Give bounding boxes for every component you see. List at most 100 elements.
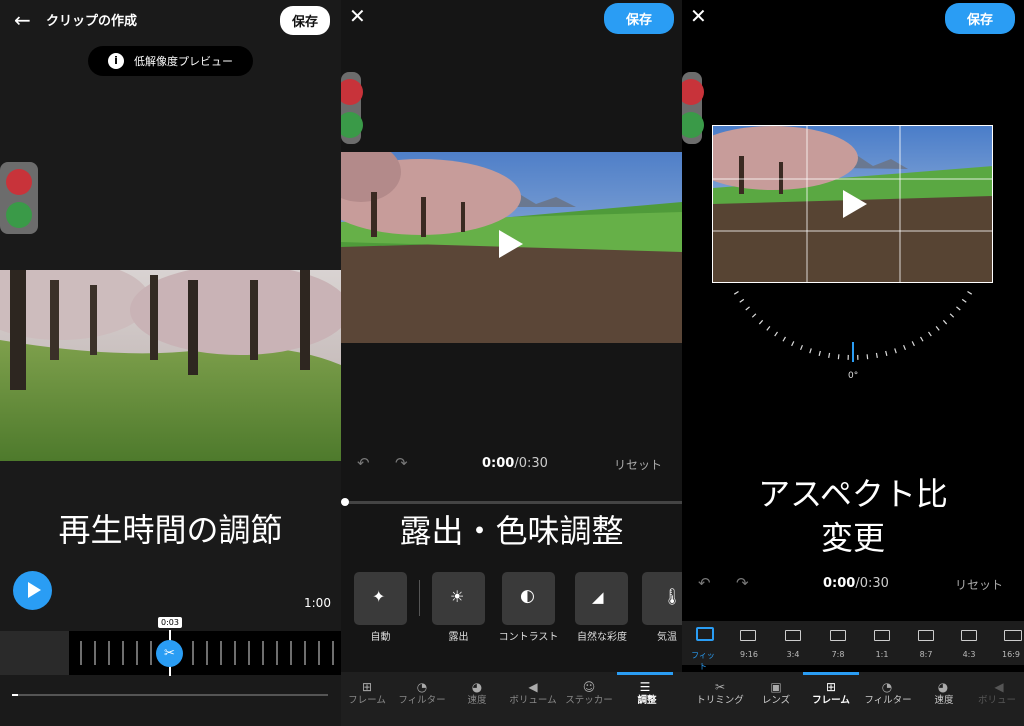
tab-filter[interactable]: フィルター	[394, 692, 450, 706]
adjust-panel: ✕ 保存 ↶ ↷ 0:00/0:30 リセット 露出・色味調整 ✦ ☀ ◐ ◢ …	[341, 0, 682, 726]
save-button[interactable]: 保存	[604, 3, 675, 34]
trim-handle[interactable]: ✂	[156, 640, 183, 667]
trim-strip[interactable]	[69, 631, 341, 675]
tab-frame[interactable]: フレーム	[806, 692, 856, 706]
rotation-dial[interactable]	[712, 280, 994, 370]
record-icon	[341, 79, 363, 105]
tool-exposure[interactable]: ☀	[432, 572, 485, 625]
dial-tick	[828, 352, 831, 358]
trim-marker-label: 0:03	[158, 617, 182, 628]
dial-tick	[774, 331, 779, 337]
tab-adjust[interactable]: 調整	[627, 692, 667, 706]
ratio-1-1-icon[interactable]	[874, 630, 890, 641]
tab-speed[interactable]: 速度	[457, 692, 497, 706]
ratio-label: 8:7	[919, 650, 933, 659]
dial-tick	[782, 336, 787, 342]
dial-tick	[766, 326, 771, 331]
play-icon	[28, 582, 41, 598]
save-button[interactable]: 保存	[945, 3, 1016, 34]
ratio-9-16-icon[interactable]	[740, 630, 756, 641]
tool-divider	[419, 580, 420, 616]
caption: 露出・色味調整	[399, 512, 624, 550]
play-icon[interactable]	[843, 190, 867, 218]
back-arrow-icon[interactable]: ←	[14, 8, 31, 32]
more-icon	[6, 202, 32, 228]
seek-bar[interactable]	[345, 501, 682, 504]
dial-tick	[885, 350, 888, 356]
dial-tick	[949, 313, 955, 318]
play-button[interactable]	[13, 571, 52, 610]
floating-bubble[interactable]	[682, 72, 704, 144]
dial-tick	[837, 354, 840, 360]
dial-tick	[745, 306, 750, 311]
ratio-3-4-icon[interactable]	[785, 630, 801, 641]
redo-icon[interactable]: ↷	[736, 574, 749, 592]
dial-tick	[942, 319, 948, 325]
aspect-panel: ✕ 保存 0° アスペクト比 変更 ↶ ↷ 0:00/0:30 リセット フィッ…	[682, 0, 1024, 726]
tab-filter[interactable]: フィルター	[860, 692, 916, 706]
ratio-16-9-icon[interactable]	[1004, 630, 1022, 641]
tab-volume[interactable]: ボリューム	[503, 692, 563, 706]
dial-tick	[894, 348, 897, 354]
ratio-label: 1:1	[875, 650, 889, 659]
video-preview[interactable]	[341, 152, 682, 343]
playback-bar-fill	[12, 694, 19, 696]
record-icon	[6, 169, 32, 195]
dial-tick	[866, 354, 869, 360]
reset-button[interactable]: リセット	[614, 456, 662, 473]
more-icon	[682, 112, 704, 138]
dial-tick	[967, 291, 973, 295]
time-current: 0:00	[482, 456, 515, 471]
undo-icon[interactable]: ↶	[357, 454, 370, 472]
floating-bubble[interactable]	[341, 72, 363, 144]
undo-icon[interactable]: ↶	[698, 574, 711, 592]
play-icon[interactable]	[499, 230, 523, 258]
ratio-label: 7:8	[831, 650, 845, 659]
tab-lens[interactable]: レンズ	[756, 692, 796, 706]
ratio-4-3-icon[interactable]	[961, 630, 977, 641]
tab-trimming[interactable]: トリミング	[690, 692, 750, 706]
tool-temperature[interactable]: 🌡	[642, 572, 682, 625]
ratio-7-8-icon[interactable]	[830, 630, 846, 641]
magic-wand-icon: ✦	[372, 587, 386, 606]
tool-label: 露出	[448, 632, 469, 643]
close-icon[interactable]: ✕	[349, 4, 366, 28]
dial-tick	[903, 344, 907, 351]
tab-speed[interactable]: 速度	[924, 692, 964, 706]
tool-contrast[interactable]: ◐	[502, 572, 555, 625]
thermometer-icon: 🌡	[662, 587, 682, 606]
dial-tick	[751, 313, 757, 318]
tool-vibrance[interactable]: ◢	[575, 572, 628, 625]
floating-bubble[interactable]	[0, 162, 38, 234]
dial-tick	[935, 326, 940, 331]
redo-icon[interactable]: ↷	[395, 454, 408, 472]
duration-end: 1:00	[304, 596, 331, 610]
contrast-icon: ◐	[520, 586, 535, 606]
tab-frame[interactable]: フレーム	[343, 692, 391, 706]
preview-badge: i 低解像度プレビュー	[88, 46, 253, 76]
close-icon[interactable]: ✕	[690, 4, 707, 28]
tab-sticker[interactable]: ステッカー	[561, 692, 617, 706]
dial-tick	[809, 348, 812, 354]
tool-label: コントラスト	[498, 632, 559, 643]
tool-auto[interactable]: ✦	[354, 572, 407, 625]
playback-bar[interactable]	[12, 694, 328, 696]
fit-icon[interactable]	[696, 627, 714, 641]
save-button[interactable]: 保存	[280, 6, 331, 35]
trim-ticks	[80, 641, 334, 665]
vibrance-icon: ◢	[592, 588, 604, 606]
more-icon	[341, 112, 363, 138]
ratio-label: フィット	[691, 651, 715, 671]
seek-handle[interactable]	[341, 498, 349, 506]
dial-tick	[733, 291, 739, 295]
tab-volume[interactable]: ボリュー	[972, 692, 1022, 706]
tool-label: 自動	[370, 632, 391, 643]
dial-tick	[919, 336, 924, 342]
reset-button[interactable]: リセット	[955, 576, 1003, 593]
crop-preview[interactable]	[712, 125, 993, 283]
dial-tick	[927, 331, 932, 337]
caption-line1: アスペクト比	[758, 475, 948, 513]
scissors-icon: ✂	[164, 646, 175, 661]
video-preview[interactable]	[0, 270, 341, 461]
ratio-8-7-icon[interactable]	[918, 630, 934, 641]
